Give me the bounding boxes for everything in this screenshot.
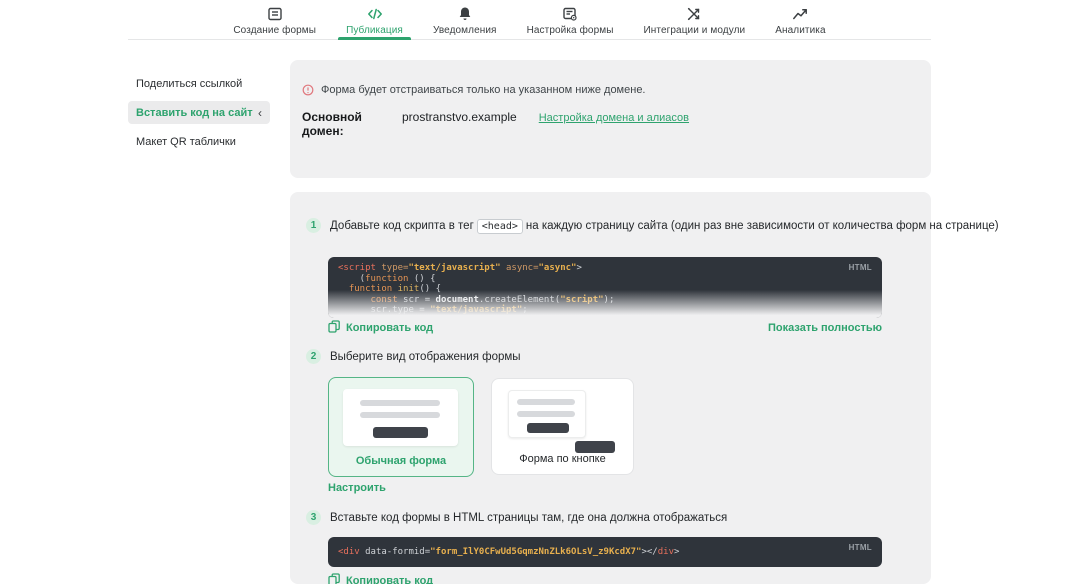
script-code-block[interactable]: HTML <script type="text/javascript" asyn… xyxy=(328,257,882,318)
embed-steps-panel: 1 Добавьте код скрипта в тег<head>на каж… xyxy=(290,192,931,584)
step-1-number: 1 xyxy=(306,218,321,233)
tab-label: Настройка формы xyxy=(527,25,614,36)
step-1: 1 Добавьте код скрипта в тег<head>на каж… xyxy=(306,218,999,233)
display-option-regular-form[interactable]: Обычная форма xyxy=(328,377,474,477)
head-tag-chip: <head> xyxy=(477,219,523,234)
code-language-badge: HTML xyxy=(849,263,872,274)
domain-notice: Форма будет отстраиваться только на указ… xyxy=(302,84,646,96)
domain-value: prostranstvo.example xyxy=(402,110,517,124)
step-1-text-before: Добавьте код скрипта в тег xyxy=(330,220,474,232)
domain-settings-link[interactable]: Настройка домена и алиасов xyxy=(539,112,689,124)
form-preview xyxy=(508,390,586,438)
tab-notifications[interactable]: Уведомления xyxy=(431,0,499,40)
step-2-text: Выберите вид отображения формы xyxy=(330,351,521,363)
sidebar-item-qr-layout[interactable]: Макет QR таблички xyxy=(128,130,270,153)
step-2: 2 Выберите вид отображения формы xyxy=(306,349,521,364)
preview-text-bar xyxy=(517,411,575,417)
script-code-content: <script type="text/javascript" async="as… xyxy=(338,263,872,318)
copy-icon xyxy=(328,320,340,336)
form-embed-code-block[interactable]: HTML <div data-formid="form_IlY0CFwUd5Gq… xyxy=(328,537,882,567)
step-2-number: 2 xyxy=(306,349,321,364)
tab-form-builder[interactable]: Создание формы xyxy=(231,0,318,40)
configure-link[interactable]: Настроить xyxy=(328,482,386,494)
preview-submit-bar xyxy=(373,427,428,438)
display-option-label: Форма по кнопке xyxy=(492,453,633,465)
step-1-text: Добавьте код скрипта в тег<head>на кажду… xyxy=(330,220,999,232)
tab-label: Уведомления xyxy=(433,25,497,36)
tab-form-settings[interactable]: Настройка формы xyxy=(525,0,616,40)
sidebar-item-embed-code[interactable]: Вставить код на сайт ‹ xyxy=(128,101,270,124)
domain-row: Основной домен: prostranstvo.example Нас… xyxy=(302,110,689,138)
tab-label: Аналитика xyxy=(775,25,825,36)
copy-code-button-1[interactable]: Копировать код xyxy=(328,320,433,336)
integrations-icon xyxy=(686,6,702,22)
tab-label: Публикация xyxy=(346,25,403,36)
copy-code-label: Копировать код xyxy=(346,322,433,334)
sidebar-item-label: Вставить код на сайт xyxy=(136,107,253,119)
top-navigation: Создание формы Публикация Уведомления xyxy=(128,0,931,40)
sidebar-item-label: Поделиться ссылкой xyxy=(136,78,242,90)
tab-label: Создание формы xyxy=(233,25,316,36)
domain-panel: Форма будет отстраиваться только на указ… xyxy=(290,60,931,178)
sidebar-item-share-link[interactable]: Поделиться ссылкой xyxy=(128,72,270,95)
show-full-code-link[interactable]: Показать полностью xyxy=(768,322,882,334)
form-preview xyxy=(343,389,458,446)
bell-icon xyxy=(457,6,473,22)
chevron-left-icon: ‹ xyxy=(258,107,262,119)
code-1-actions: Копировать код Показать полностью xyxy=(328,320,882,336)
form-embed-code-content: <div data-formid="form_IlY0CFwUd5GqmzNnZ… xyxy=(338,547,872,558)
display-option-label: Обычная форма xyxy=(329,455,473,467)
copy-icon xyxy=(328,573,340,584)
domain-notice-text: Форма будет отстраиваться только на указ… xyxy=(321,84,646,96)
copy-code-button-2[interactable]: Копировать код xyxy=(328,573,433,584)
step-3: 3 Вставьте код формы в HTML страницы там… xyxy=(306,510,727,525)
form-settings-icon xyxy=(562,6,578,22)
preview-submit-bar xyxy=(527,423,569,433)
analytics-icon xyxy=(792,6,808,22)
domain-label: Основной домен: xyxy=(302,110,402,138)
tab-integrations[interactable]: Интеграции и модули xyxy=(642,0,748,40)
alert-icon xyxy=(302,84,314,96)
form-builder-icon xyxy=(267,6,283,22)
code-2-actions: Копировать код xyxy=(328,573,882,584)
preview-text-bar xyxy=(360,412,440,418)
step-3-text: Вставьте код формы в HTML страницы там, … xyxy=(330,512,727,524)
main-content: Форма будет отстраиваться только на указ… xyxy=(290,60,931,584)
tab-label: Интеграции и модули xyxy=(644,25,746,36)
code-language-badge: HTML xyxy=(849,543,872,554)
preview-text-bar xyxy=(517,399,575,405)
code-icon xyxy=(367,6,383,22)
step-1-text-after: на каждую страницу сайта (один раз вне з… xyxy=(526,220,999,232)
sidebar: Поделиться ссылкой Вставить код на сайт … xyxy=(128,72,270,159)
sidebar-item-label: Макет QR таблички xyxy=(136,136,236,148)
step-3-number: 3 xyxy=(306,510,321,525)
display-option-button-form[interactable]: Форма по кнопке xyxy=(491,378,634,475)
tab-analytics[interactable]: Аналитика xyxy=(773,0,827,40)
preview-text-bar xyxy=(360,400,440,406)
preview-trigger-button xyxy=(575,441,615,453)
copy-code-label: Копировать код xyxy=(346,575,433,584)
tab-publication[interactable]: Публикация xyxy=(344,0,405,40)
